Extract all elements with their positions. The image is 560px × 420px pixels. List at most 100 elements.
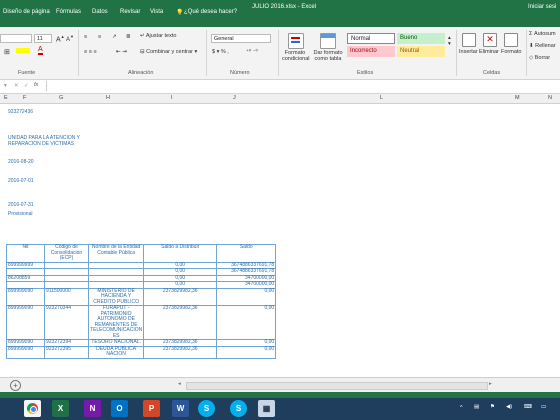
cell-name[interactable]: FURAPUT - PATRIMONIO AUTONOMO DE REMANEN… (87, 305, 145, 340)
tray-network-icon[interactable]: ▤ (474, 404, 479, 410)
tray-flag-icon[interactable]: ⚑ (490, 404, 495, 410)
col-header-i[interactable]: I (171, 95, 173, 101)
scroll-right-icon[interactable]: ▸ (489, 381, 492, 387)
excel-icon[interactable]: X (52, 400, 69, 417)
tab-review[interactable]: Revisar (120, 9, 140, 15)
col-header-h[interactable]: H (106, 95, 110, 101)
font-size-box[interactable]: 11 (34, 34, 52, 43)
confirm-entry-icon[interactable]: ✓ (24, 83, 29, 89)
format-table-button[interactable]: Dar formato como tabla (311, 50, 345, 62)
cell-entity-line2[interactable]: REPARACION DE VICTIMAS (8, 141, 74, 147)
col-header-n[interactable]: N (548, 95, 552, 101)
merge-center-button[interactable]: ⊟ Combinar y centrar ▾ (140, 49, 197, 55)
cell-date1[interactable]: 2016-08-20 (8, 159, 34, 165)
styles-more-icon[interactable]: ▴ ▾ (448, 35, 451, 47)
cell-nit[interactable]: 899999090 (6, 305, 45, 340)
delete-cells-button[interactable]: Eliminar (479, 49, 499, 55)
style-good[interactable]: Bueno (397, 33, 445, 44)
borders-icon[interactable]: ⊞ (4, 48, 10, 56)
onenote-icon[interactable]: N (84, 400, 101, 417)
tab-data[interactable]: Datos (92, 9, 108, 15)
th-name[interactable]: Nombre de la Entidad Contable Pública (87, 244, 145, 263)
col-header-e[interactable]: E (4, 95, 8, 101)
skype-icon[interactable]: S (230, 400, 247, 417)
insert-cells-button[interactable]: Insertar (459, 49, 478, 55)
outlook-icon[interactable]: O (111, 400, 128, 417)
add-sheet-icon[interactable]: + (10, 380, 21, 391)
sign-in-link[interactable]: Iniciar sesi (528, 4, 556, 10)
cancel-entry-icon[interactable]: ✕ (14, 83, 19, 89)
tab-view[interactable]: Vista (150, 9, 163, 15)
number-format-select[interactable]: General (211, 34, 271, 43)
wrap-text-button[interactable]: ↵ Ajustar texto (140, 33, 176, 39)
font-name-box[interactable] (0, 34, 32, 43)
cell-nit[interactable]: 899999090 (6, 345, 45, 359)
cell-dist[interactable]: 2373829982,36 (143, 305, 218, 340)
autosum-button[interactable]: Σ Autosum (529, 31, 556, 37)
name-box-dropdown-icon[interactable]: ▾ (4, 83, 7, 89)
conditional-format-button[interactable]: Formato condicional (282, 50, 310, 62)
cell-date2[interactable]: 2016-07-01 (8, 178, 34, 184)
formula-input[interactable] (46, 81, 559, 91)
align-top-icon[interactable]: ≡ (84, 34, 87, 40)
cell-code[interactable]: 911500000 (44, 287, 89, 306)
insert-function-icon[interactable]: fx (34, 82, 38, 88)
cell-name[interactable]: MINISTERIO DE HACIENDA Y CREDITO PUBLICO (87, 287, 145, 306)
cell-status[interactable]: Provisional (8, 211, 32, 217)
clear-button[interactable]: ◇ Borrar (529, 55, 550, 61)
cell-dist[interactable]: 2373829982,36 (143, 345, 218, 359)
align-middle-icon[interactable]: ≡ (98, 34, 101, 40)
currency-icon[interactable]: $ ▾ % , (212, 49, 229, 55)
font-color-icon[interactable]: A (38, 46, 43, 55)
chrome-icon[interactable] (24, 400, 41, 417)
cell-saldo[interactable]: 0,00 (216, 345, 277, 359)
cell-saldo[interactable]: 0,00 (216, 305, 277, 340)
style-neutral[interactable]: Neutral (397, 46, 445, 57)
col-header-f[interactable]: F (23, 95, 26, 101)
col-header-g[interactable]: G (59, 95, 63, 101)
tray-keyboard-icon[interactable]: ⌨ (524, 404, 532, 410)
col-header-j[interactable]: J (233, 95, 236, 101)
cell-dist[interactable]: 2373829982,36 (143, 287, 218, 306)
tell-me-search[interactable]: ¿Qué desea hacer? (184, 9, 237, 15)
format-cells-button[interactable]: Formato (501, 49, 521, 55)
scroll-left-icon[interactable]: ◂ (178, 381, 181, 387)
fill-button[interactable]: ⬇ Rellenar (529, 43, 556, 49)
cell-code[interactable]: 923272395 (44, 345, 89, 359)
delete-cells-icon[interactable]: ✕ (483, 33, 497, 47)
th-dist[interactable]: Saldo a Distribuir (143, 244, 218, 263)
cell-date3[interactable]: 2016-07-31 (8, 202, 34, 208)
cell-saldo[interactable]: 0,00 (216, 287, 277, 306)
col-header-m[interactable]: M (515, 95, 520, 101)
shrink-font-icon[interactable]: A▼ (66, 34, 74, 43)
tab-page-layout[interactable]: Diseño de página (3, 9, 50, 15)
grow-font-icon[interactable]: A▲ (56, 34, 65, 43)
skype-icon[interactable]: S (198, 400, 215, 417)
powerpoint-icon[interactable]: P (143, 400, 160, 417)
style-normal[interactable]: Normal (347, 33, 395, 44)
network-icon[interactable]: ▦ (258, 400, 275, 417)
format-table-icon[interactable] (320, 33, 336, 49)
align-left-icon[interactable]: ≣ (126, 34, 131, 40)
insert-cells-icon[interactable] (462, 33, 476, 47)
tray-chevron-icon[interactable]: ^ (460, 405, 463, 411)
tab-formulas[interactable]: Fórmulas (56, 9, 81, 15)
word-icon[interactable]: W (172, 400, 189, 417)
cell-name[interactable]: DEUDA PUBLICA NACION (87, 345, 145, 359)
format-cells-icon[interactable] (504, 33, 518, 47)
tray-volume-icon[interactable]: ◀) (506, 404, 512, 410)
th-nit[interactable]: Nit (6, 244, 45, 263)
cell-code[interactable]: 923270344 (44, 305, 89, 340)
col-header-l[interactable]: L (380, 95, 383, 101)
tray-notification-icon[interactable]: ▭ (541, 404, 546, 410)
fill-color-icon[interactable] (16, 48, 30, 53)
worksheet-grid[interactable]: 923272436 UNIDAD PARA LA ATENCION Y REPA… (0, 104, 560, 376)
cell-nit[interactable]: 923272436 (8, 109, 33, 115)
th-code[interactable]: Código de Consolidación (ECP) (44, 244, 89, 263)
orientation-icon[interactable]: ↗ (112, 34, 117, 40)
align-center-icon[interactable]: ≡ ≡ ≡ (84, 49, 97, 55)
conditional-format-icon[interactable] (288, 33, 304, 49)
style-bad[interactable]: Incorrecto (347, 46, 395, 57)
cell-nit[interactable]: 899999090 (6, 287, 45, 306)
decimal-icons[interactable]: ⁺⁰ ⁻⁰ (246, 49, 258, 55)
